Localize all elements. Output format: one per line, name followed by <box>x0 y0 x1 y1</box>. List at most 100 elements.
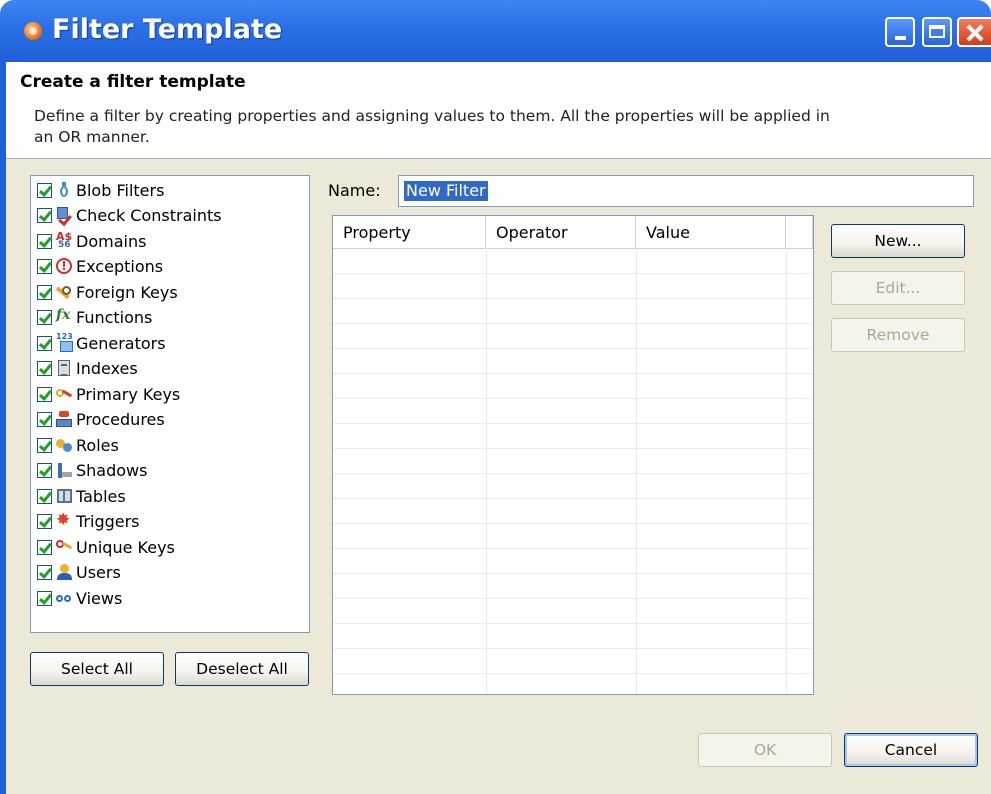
object-type-item[interactable]: Tables <box>37 484 126 508</box>
object-type-item[interactable]: Triggers <box>37 510 140 534</box>
object-type-item[interactable]: Views <box>37 586 122 610</box>
filter-template-dialog: Filter Template Create a filter template… <box>0 0 991 794</box>
table-header: Property Operator Value <box>333 216 813 249</box>
table-row-separator <box>333 598 813 599</box>
object-type-label: Functions <box>76 308 153 327</box>
roles-icon <box>56 437 73 454</box>
close-button[interactable] <box>957 17 991 47</box>
table-row-separator <box>333 348 813 349</box>
column-header-property[interactable]: Property <box>333 216 486 248</box>
object-type-item[interactable]: Domains <box>37 229 146 253</box>
table-row-separator <box>333 373 813 374</box>
title-bar[interactable]: Filter Template <box>0 0 991 62</box>
app-icon <box>24 22 42 40</box>
blob-filter-icon <box>56 181 73 199</box>
edit-property-button[interactable]: Edit... <box>831 271 965 305</box>
function-icon <box>56 307 73 326</box>
table-row-separator <box>333 398 813 399</box>
select-all-button[interactable]: Select All <box>30 652 164 686</box>
window-title: Filter Template <box>52 14 283 45</box>
object-type-item[interactable]: Primary Keys <box>37 382 180 406</box>
object-type-label: Blob Filters <box>76 180 165 200</box>
object-type-item[interactable]: Exceptions <box>37 255 163 279</box>
table-row-separator <box>333 523 813 524</box>
object-type-checkbox[interactable] <box>37 463 52 478</box>
object-type-item[interactable]: Shadows <box>37 459 147 483</box>
object-type-list[interactable]: Blob Filters Check Constraints Domains Exce… <box>30 175 310 633</box>
object-type-checkbox[interactable] <box>37 412 52 427</box>
object-type-label: Users <box>76 563 121 582</box>
column-header-value[interactable]: Value <box>636 216 786 248</box>
index-icon <box>56 360 73 377</box>
object-type-item[interactable]: Check Constraints <box>37 204 222 228</box>
object-type-item[interactable]: Functions <box>37 306 152 330</box>
header-banner: Create a filter template Define a filter… <box>6 62 991 159</box>
user-icon <box>56 564 73 581</box>
name-input-value: New Filter <box>404 181 488 201</box>
minimize-button[interactable] <box>885 17 915 47</box>
table-row-separator <box>333 623 813 624</box>
generator-icon <box>56 332 73 352</box>
object-type-item[interactable]: Generators <box>37 331 166 355</box>
object-type-label: Foreign Keys <box>76 282 178 302</box>
object-type-label: Unique Keys <box>76 537 175 557</box>
object-type-checkbox[interactable] <box>37 208 52 223</box>
primary-key-icon <box>56 386 73 403</box>
object-type-label: Views <box>76 588 123 608</box>
unique-key-icon <box>56 539 73 556</box>
table-row-separator <box>333 423 813 424</box>
table-row-separator <box>333 448 813 449</box>
column-header-operator[interactable]: Operator <box>486 216 636 248</box>
table-column-separator <box>786 248 787 694</box>
remove-property-button[interactable]: Remove <box>831 318 965 352</box>
object-type-label: Domains <box>76 231 147 251</box>
object-type-item[interactable]: Users <box>37 561 121 585</box>
object-type-label: Primary Keys <box>76 384 181 404</box>
object-type-label: Indexes <box>76 359 138 378</box>
object-type-checkbox[interactable] <box>37 233 52 249</box>
object-type-checkbox[interactable] <box>37 259 52 274</box>
domain-icon <box>56 230 73 250</box>
banner-title: Create a filter template <box>20 72 246 92</box>
views-icon <box>56 590 73 607</box>
object-type-checkbox[interactable] <box>37 335 52 351</box>
object-type-checkbox[interactable] <box>37 361 52 376</box>
object-type-label: Triggers <box>76 512 140 531</box>
object-type-checkbox[interactable] <box>37 514 52 529</box>
object-type-checkbox[interactable] <box>37 539 52 555</box>
table-row-separator <box>333 498 813 499</box>
table-column-separator <box>636 248 637 694</box>
object-type-label: Check Constraints <box>76 206 222 225</box>
cancel-button[interactable]: Cancel <box>844 733 978 767</box>
properties-table[interactable]: Property Operator Value <box>332 215 814 695</box>
name-input[interactable]: New Filter <box>398 175 974 207</box>
object-type-checkbox[interactable] <box>37 590 52 606</box>
object-type-checkbox[interactable] <box>37 310 52 325</box>
object-type-label: Procedures <box>76 410 165 429</box>
column-header-filler <box>786 216 813 248</box>
object-type-label: Roles <box>76 435 119 455</box>
object-type-checkbox[interactable] <box>37 386 52 402</box>
new-property-button[interactable]: New... <box>831 224 965 258</box>
object-type-item[interactable]: Roles <box>37 433 119 457</box>
procedure-icon <box>56 411 73 428</box>
table-row-separator <box>333 648 813 649</box>
table-row-separator <box>333 298 813 299</box>
object-type-checkbox[interactable] <box>37 437 52 453</box>
object-type-item[interactable]: Procedures <box>37 408 165 432</box>
table-column-separator <box>486 248 487 694</box>
object-type-item[interactable]: Blob Filters <box>37 178 164 202</box>
object-type-checkbox[interactable] <box>37 182 52 198</box>
name-label: Name: <box>328 181 381 200</box>
object-type-item[interactable]: Foreign Keys <box>37 280 178 304</box>
ok-button[interactable]: OK <box>698 733 832 767</box>
object-type-checkbox[interactable] <box>37 565 52 580</box>
object-type-label: Tables <box>76 486 126 506</box>
maximize-button[interactable] <box>922 17 952 47</box>
object-type-item[interactable]: Unique Keys <box>37 535 175 559</box>
check-constraint-icon <box>56 207 73 224</box>
object-type-checkbox[interactable] <box>37 488 52 504</box>
deselect-all-button[interactable]: Deselect All <box>175 652 309 686</box>
object-type-item[interactable]: Indexes <box>37 357 138 381</box>
object-type-checkbox[interactable] <box>37 284 52 300</box>
